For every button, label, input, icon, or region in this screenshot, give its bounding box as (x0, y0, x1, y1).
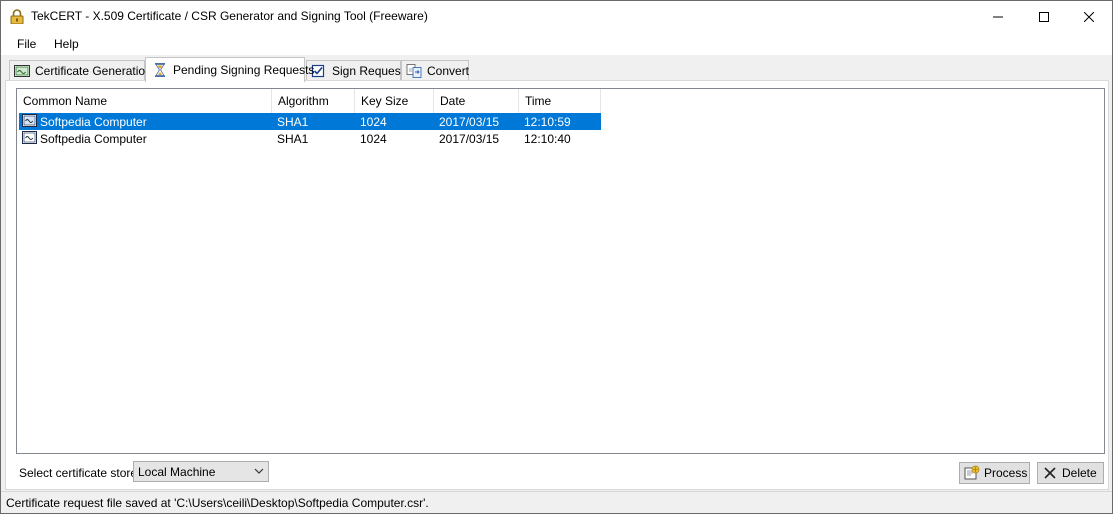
tab-certificate-generation[interactable]: Certificate Generation (9, 60, 152, 80)
status-text: Certificate request file saved at 'C:\Us… (6, 496, 429, 510)
convert-icon (406, 63, 422, 78)
certificate-store-value: Local Machine (138, 465, 216, 479)
tab-strip: Certificate Generation Pending Signing R… (1, 55, 1112, 82)
delete-button[interactable]: Delete (1037, 462, 1104, 484)
process-button[interactable]: Process (959, 462, 1030, 484)
cell-key-size: 1024 (360, 132, 387, 146)
minimize-icon (993, 16, 1003, 17)
close-button[interactable] (1066, 1, 1112, 32)
process-icon (964, 465, 980, 480)
menu-bar: File Help (1, 32, 1112, 55)
certificate-request-icon (22, 114, 37, 127)
column-header-key-size[interactable]: Key Size (355, 89, 434, 113)
cell-algorithm: SHA1 (277, 115, 309, 129)
tab-sign-request[interactable]: Sign Request (306, 60, 405, 80)
menu-help[interactable]: Help (54, 37, 79, 51)
column-header-common-name[interactable]: Common Name (17, 89, 272, 113)
cell-time: 12:10:59 (524, 115, 571, 129)
column-header-algorithm[interactable]: Algorithm (272, 89, 355, 113)
maximize-icon (1039, 11, 1049, 22)
app-window: TekCERT - X.509 Certificate / CSR Genera… (0, 0, 1113, 514)
certificate-store-label: Select certificate store : (19, 466, 144, 480)
cell-time: 12:10:40 (524, 132, 571, 146)
tab-label: Convert (427, 63, 470, 78)
certificate-request-icon (22, 131, 37, 144)
tab-convert[interactable]: Convert (401, 60, 469, 80)
column-header-time[interactable]: Time (519, 89, 601, 113)
maximize-button[interactable] (1021, 1, 1067, 32)
list-item[interactable]: Softpedia Computer SHA1 1024 2017/03/15 … (19, 130, 601, 147)
close-icon (1084, 11, 1094, 22)
tab-panel-pending: Common Name Algorithm Key Size Date Time… (5, 80, 1109, 490)
certificate-icon (14, 64, 30, 77)
process-button-label: Process (984, 466, 1028, 480)
tab-pending-signing-requests[interactable]: Pending Signing Requests (145, 57, 314, 82)
cell-common-name: Softpedia Computer (40, 115, 147, 129)
cell-date: 2017/03/15 (439, 132, 500, 146)
column-header-date[interactable]: Date (434, 89, 519, 113)
tab-label: Certificate Generation (35, 63, 152, 78)
certificate-store-select[interactable]: Local Machine (133, 461, 269, 482)
delete-icon (1044, 467, 1056, 479)
cell-key-size: 1024 (360, 115, 387, 129)
menu-file[interactable]: File (17, 37, 36, 51)
title-bar[interactable]: TekCERT - X.509 Certificate / CSR Genera… (1, 1, 1112, 32)
window-title: TekCERT - X.509 Certificate / CSR Genera… (31, 9, 428, 23)
list-item[interactable]: Softpedia Computer SHA1 1024 2017/03/15 … (19, 113, 601, 130)
chevron-down-icon (254, 468, 264, 474)
cell-date: 2017/03/15 (439, 115, 500, 129)
pending-requests-list[interactable]: Common Name Algorithm Key Size Date Time… (16, 88, 1105, 454)
tab-label: Sign Request (332, 63, 405, 78)
list-header: Common Name Algorithm Key Size Date Time (17, 89, 601, 113)
delete-button-label: Delete (1062, 466, 1097, 480)
cell-algorithm: SHA1 (277, 132, 309, 146)
tab-label: Pending Signing Requests (173, 63, 315, 77)
minimize-button[interactable] (975, 1, 1021, 32)
cell-common-name: Softpedia Computer (40, 132, 147, 146)
padlock-icon (10, 9, 24, 24)
hourglass-icon (155, 63, 165, 77)
status-bar: Certificate request file saved at 'C:\Us… (1, 491, 1112, 513)
